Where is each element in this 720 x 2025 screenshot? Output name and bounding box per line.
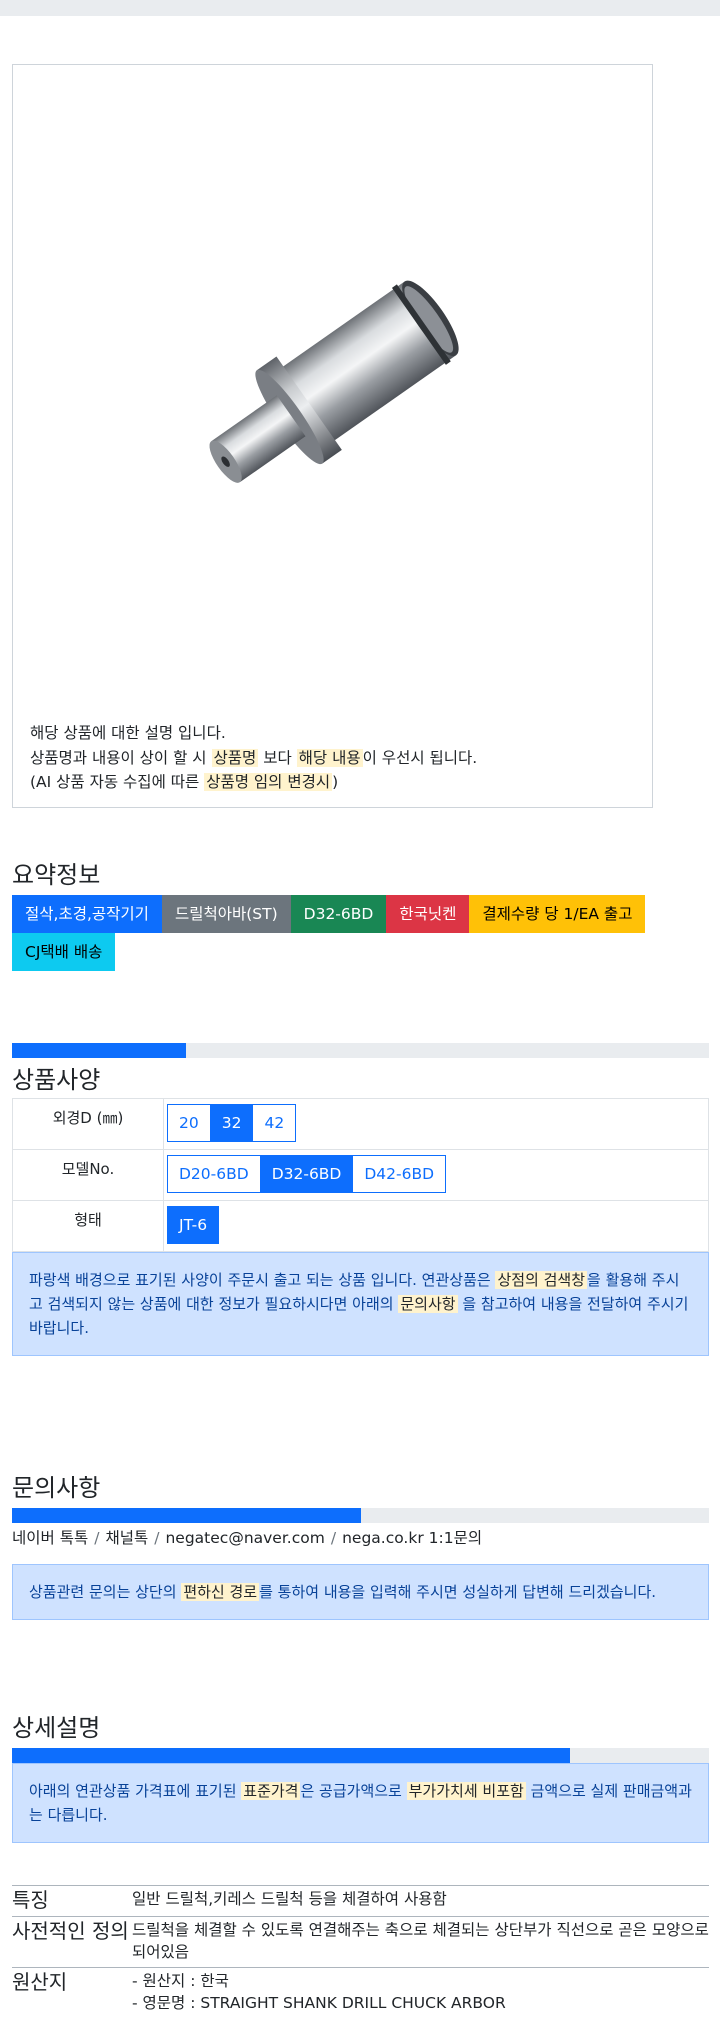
inquiry-progress: [12, 1508, 709, 1523]
image-caption: 해당 상품에 대한 설명 입니다. 상품명과 내용이 상이 할 시 상품명 보다…: [30, 721, 640, 795]
notice-highlight: 문의사항: [398, 1295, 458, 1313]
site-inquiry-link[interactable]: nega.co.kr 1:1문의: [342, 1529, 482, 1547]
spec-row: 모델No. D20-6BD D32-6BD D42-6BD: [12, 1149, 709, 1201]
detail-key: 원산지: [12, 1970, 68, 1994]
caption-text: (AI 상품 자동 수집에 따른: [30, 773, 205, 791]
separator: /: [330, 1529, 337, 1547]
caption-line-3: (AI 상품 자동 수집에 따른 상품명 임의 변경시): [30, 770, 640, 795]
caption-highlight: 상품명 임의 변경시: [204, 773, 333, 791]
caption-text: 이 우선시 됩니다.: [362, 748, 478, 767]
detail-table: 특징 일반 드릴척,키레스 드릴척 등을 체결하여 사용함 사전적인 정의 드릴…: [12, 1885, 709, 2018]
email-link[interactable]: negatec@naver.com: [165, 1529, 324, 1547]
option-button[interactable]: 20: [167, 1104, 211, 1142]
spec-label: 모델No.: [12, 1149, 164, 1201]
caption-line-1: 해당 상품에 대한 설명 입니다.: [30, 724, 226, 742]
caption-highlight: 상품명: [211, 748, 259, 767]
notice-text: 파랑색 배경으로 표기된 사양이 주문시 출고 되는 상품 입니다. 연관상품은: [29, 1271, 496, 1289]
notice-highlight: 편하신 경로: [181, 1583, 260, 1601]
caption-text: ): [332, 773, 339, 791]
caption-text: 보다: [258, 748, 297, 767]
notice-text: 상품관련 문의는 상단의: [29, 1583, 182, 1601]
quantity-badge: 결제수량 당 1/EA 출고: [469, 895, 646, 933]
detail-progress-fill: [12, 1748, 570, 1763]
inquiry-progress-fill: [12, 1508, 361, 1523]
detail-key: 특징: [12, 1888, 49, 1912]
option-button-selected[interactable]: D32-6BD: [259, 1155, 354, 1193]
notice-highlight: 상점의 검색창: [495, 1271, 588, 1289]
english-name-line: - 영문명 : STRAIGHT SHANK DRILL CHUCK ARBOR: [132, 1994, 506, 2012]
detail-row: 특징 일반 드릴척,키레스 드릴척 등을 체결하여 사용함: [12, 1885, 709, 1917]
summary-title: 요약정보: [12, 861, 101, 889]
detail-value: 드릴척을 체결할 수 있도록 연결해주는 축으로 체결되는 상단부가 직선으로 …: [132, 1921, 709, 1961]
channel-talk-link[interactable]: 채널톡: [105, 1529, 148, 1547]
notice-highlight: 부가가치세 비포함: [406, 1782, 526, 1800]
spec-row: 외경D (㎜) 20 32 42: [12, 1098, 709, 1150]
spec-label: 외경D (㎜): [12, 1098, 164, 1150]
spec-title: 상품사양: [12, 1066, 101, 1094]
spec-options: D20-6BD D32-6BD D42-6BD: [163, 1149, 709, 1201]
notice-text: 를 통하여 내용을 입력해 주시면 성실하게 답변해 드리겠습니다.: [259, 1583, 657, 1601]
caption-line-2: 상품명과 내용이 상이 할 시 상품명 보다 해당 내용 이 우선시 됩니다.: [30, 746, 640, 771]
category-badge: 절삭,초경,공작기기: [12, 895, 162, 933]
naver-talk-link[interactable]: 네이버 톡톡: [12, 1529, 88, 1547]
separator: /: [154, 1529, 160, 1547]
spec-table: 외경D (㎜) 20 32 42 모델No. D20-6BD D32-6BD D…: [12, 1098, 709, 1252]
product-image: [209, 280, 459, 483]
contact-links: 네이버 톡톡 / 채널톡 / negatec@naver.com / nega.co.kr …: [12, 1526, 482, 1548]
notice-text: 은 공급가액으로: [300, 1782, 407, 1800]
summary-badges: 절삭,초경,공작기기 드릴척아바(ST) D32-6BD 한국닛켄 결제수량 당…: [12, 895, 712, 971]
spec-label: 형태: [12, 1200, 164, 1252]
detail-row: 사전적인 정의 드릴척을 체결할 수 있도록 연결해주는 축으로 체결되는 상단…: [12, 1916, 709, 1968]
model-badge: D32-6BD: [290, 895, 387, 933]
detail-value: - 원산지 : 한국 - 영문명 : STRAIGHT SHANK DRILL …: [132, 1968, 709, 2019]
option-button[interactable]: D20-6BD: [167, 1155, 261, 1193]
caption-text: 상품명과 내용이 상이 할 시: [30, 748, 212, 767]
inquiry-notice: 상품관련 문의는 상단의 편하신 경로 를 통하여 내용을 입력해 주시면 성실하…: [12, 1564, 709, 1620]
detail-notice: 아래의 연관상품 가격표에 표기된 표준가격 은 공급가액으로 부가가치세 비포함…: [12, 1763, 709, 1843]
detail-title: 상세설명: [12, 1714, 101, 1742]
detail-progress: [12, 1748, 709, 1763]
option-button-selected[interactable]: 32: [209, 1104, 254, 1142]
detail-row: 원산지 - 원산지 : 한국 - 영문명 : STRAIGHT SHANK DR…: [12, 1967, 709, 2019]
notice-highlight: 표준가격: [241, 1782, 301, 1800]
option-button[interactable]: 42: [252, 1104, 297, 1142]
origin-line: - 원산지 : 한국: [132, 1972, 229, 1990]
spec-progress-fill: [12, 1043, 187, 1058]
spec-progress: [12, 1043, 709, 1058]
spec-options: JT-6: [163, 1200, 709, 1252]
shipping-badge: CJ택배 배송: [12, 933, 116, 971]
spec-notice: 파랑색 배경으로 표기된 사양이 주문시 출고 되는 상품 입니다. 연관상품은…: [12, 1252, 709, 1356]
inquiry-title: 문의사항: [12, 1474, 101, 1502]
option-button[interactable]: D42-6BD: [352, 1155, 447, 1193]
subcategory-badge: 드릴척아바(ST): [161, 895, 291, 933]
brand-badge: 한국닛켄: [386, 895, 470, 933]
spec-options: 20 32 42: [163, 1098, 709, 1150]
product-image-card: 해당 상품에 대한 설명 입니다. 상품명과 내용이 상이 할 시 상품명 보다…: [12, 64, 653, 808]
notice-text: 아래의 연관상품 가격표에 표기된: [29, 1782, 242, 1800]
detail-value: 일반 드릴척,키레스 드릴척 등을 체결하여 사용함: [132, 1890, 447, 1908]
option-button-selected[interactable]: JT-6: [167, 1206, 220, 1244]
caption-highlight: 해당 내용: [296, 748, 363, 767]
separator: /: [94, 1529, 100, 1547]
spec-row: 형태 JT-6: [12, 1200, 709, 1252]
detail-key: 사전적인 정의: [12, 1919, 129, 1943]
top-bar: [0, 0, 720, 16]
